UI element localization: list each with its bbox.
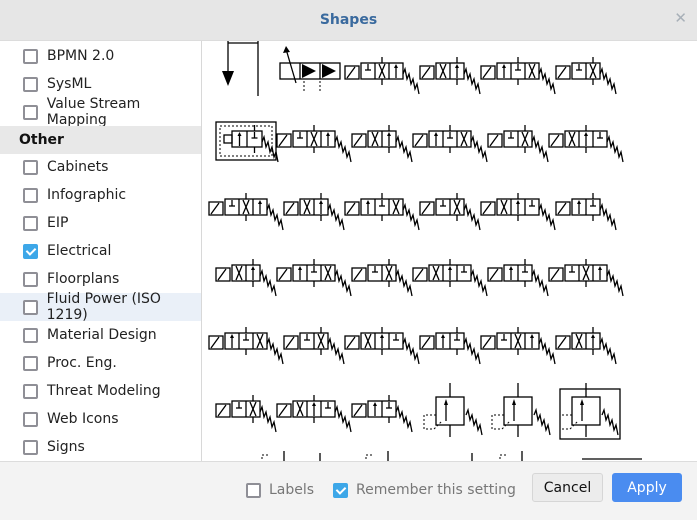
- shape-small-valve[interactable]: [215, 395, 277, 433]
- shape-lever-5way-valve[interactable]: [412, 259, 488, 297]
- library-item-signs[interactable]: Signs: [0, 433, 201, 461]
- library-item-label: Fluid Power (ISO 1219): [46, 291, 161, 323]
- checkbox[interactable]: [23, 215, 38, 231]
- library-item-bpmn[interactable]: BPMN 2.0: [0, 42, 201, 70]
- checkbox[interactable]: [23, 439, 38, 455]
- dialog-titlebar: Shapes ✕: [0, 0, 697, 41]
- checkbox[interactable]: [23, 411, 38, 427]
- close-icon[interactable]: ✕: [674, 9, 687, 27]
- checkbox[interactable]: [23, 271, 38, 287]
- shape-cylinder-arrow[interactable]: [222, 41, 259, 96]
- shape-dual-pilot-valve[interactable]: [351, 259, 413, 297]
- shape-preview-area[interactable]: [202, 41, 697, 461]
- shape-row-partial: [261, 451, 642, 461]
- library-item-label: Electrical: [47, 243, 112, 259]
- shape-manual-cross-valve[interactable]: [283, 193, 345, 231]
- shape-solenoid-valve-cross[interactable]: [480, 57, 556, 95]
- dialog-title: Shapes: [319, 12, 378, 28]
- shape-solenoid-valve-2pos[interactable]: [419, 57, 481, 95]
- shape-pilot-flow-valve[interactable]: [276, 259, 352, 297]
- library-item-infographic[interactable]: Infographic: [0, 181, 201, 209]
- shape-multi-valve[interactable]: [555, 193, 617, 231]
- library-item-label: Floorplans: [47, 271, 120, 287]
- library-item-material-design[interactable]: Material Design: [0, 321, 201, 349]
- library-item-label: BPMN 2.0: [47, 48, 115, 64]
- library-item-label: EIP: [47, 215, 69, 231]
- remember-setting-checkbox[interactable]: [333, 482, 348, 498]
- library-item-label: Proc. Eng.: [47, 355, 117, 371]
- library-item-sysml[interactable]: SysML: [0, 70, 201, 98]
- fluid-power-shapes-preview: [208, 41, 642, 461]
- shape-library-list[interactable]: BPMN 2.0 SysML Value Stream Mapping Othe…: [0, 41, 202, 461]
- shape-solenoid-3pos-valve[interactable]: [344, 193, 420, 231]
- shape-pressure-relief-drain[interactable]: [491, 383, 551, 437]
- checkbox[interactable]: [23, 327, 38, 343]
- library-item-electrical[interactable]: Electrical: [0, 237, 201, 265]
- checkbox[interactable]: [23, 299, 38, 315]
- shape-check-valve-gauge[interactable]: [276, 395, 352, 433]
- shape-check-valve[interactable]: [419, 193, 481, 231]
- library-item-label: Web Icons: [47, 411, 119, 427]
- labels-option-label: Labels: [269, 482, 315, 498]
- library-item-label: Signs: [47, 439, 85, 455]
- library-item-proc-eng[interactable]: Proc. Eng.: [0, 349, 201, 377]
- shape-pressure-reducing-valve[interactable]: [559, 383, 621, 440]
- shape-pressure-relief-valve[interactable]: [423, 383, 483, 437]
- shape-sol-5way-b[interactable]: [283, 327, 345, 365]
- library-item-label: Value Stream Mapping: [46, 96, 141, 128]
- checkbox[interactable]: [23, 355, 38, 371]
- library-item-label: Material Design: [47, 327, 157, 343]
- apply-button[interactable]: Apply: [612, 473, 682, 502]
- shape-sol-5way-e[interactable]: [480, 327, 556, 365]
- library-item-floorplans[interactable]: Floorplans: [0, 265, 201, 293]
- dialog-footer: Labels Remember this setting Cancel Appl…: [0, 461, 697, 520]
- library-item-label: Threat Modeling: [47, 383, 161, 399]
- library-item-cabinets[interactable]: Cabinets: [0, 153, 201, 181]
- shape-double-pilot-valve[interactable]: [208, 193, 284, 231]
- checkbox[interactable]: [23, 76, 38, 92]
- shape-solenoid-cross-valve[interactable]: [480, 193, 556, 231]
- shape-solenoid-valve-filled[interactable]: [279, 46, 341, 91]
- library-item-value-stream-mapping[interactable]: Value Stream Mapping: [0, 96, 201, 128]
- shape-double-check-valve[interactable]: [351, 395, 413, 433]
- library-item-eip[interactable]: EIP: [0, 209, 201, 237]
- shape-solenoid-valve-3way[interactable]: [412, 125, 488, 163]
- group-header-other: Other: [0, 126, 201, 154]
- library-item-label: SysML: [47, 76, 92, 92]
- shape-pilot-check-valve[interactable]: [548, 125, 624, 163]
- labels-checkbox[interactable]: [246, 482, 261, 498]
- checkbox[interactable]: [23, 48, 38, 64]
- remember-setting-option[interactable]: Remember this setting: [333, 482, 516, 498]
- shape-treadle-valve[interactable]: [548, 259, 624, 297]
- cancel-button[interactable]: Cancel: [532, 473, 603, 502]
- shape-pressure-valve-box[interactable]: [215, 121, 279, 163]
- shape-solenoid-pilot-valve[interactable]: [555, 57, 617, 95]
- shape-spring-3pos-valve[interactable]: [215, 259, 277, 297]
- library-item-label: Cabinets: [47, 159, 109, 175]
- shape-sol-5way-c[interactable]: [344, 327, 420, 365]
- library-item-label: Infographic: [47, 187, 127, 203]
- checkbox[interactable]: [23, 187, 38, 203]
- checkbox[interactable]: [23, 383, 38, 399]
- shape-sol-5way-d[interactable]: [419, 327, 481, 365]
- shape-roller-5way-valve[interactable]: [487, 259, 549, 297]
- checkbox-checked[interactable]: [23, 243, 38, 259]
- shape-plunger-valve[interactable]: [344, 57, 420, 95]
- remember-setting-label: Remember this setting: [356, 482, 516, 498]
- library-item-threat-modeling[interactable]: Threat Modeling: [0, 377, 201, 405]
- library-item-web-icons[interactable]: Web Icons: [0, 405, 201, 433]
- library-item-fluid-power[interactable]: Fluid Power (ISO 1219): [0, 291, 201, 323]
- labels-option[interactable]: Labels: [246, 482, 314, 498]
- shape-solenoid-manual-valve[interactable]: [487, 125, 549, 163]
- shape-lock-valve[interactable]: [276, 125, 352, 163]
- checkbox[interactable]: [23, 104, 38, 120]
- shape-pilot-5way-valve[interactable]: [555, 327, 617, 365]
- shape-roller-lever-valve[interactable]: [351, 125, 413, 163]
- shape-sol-5way-a[interactable]: [208, 327, 284, 365]
- checkbox[interactable]: [23, 159, 38, 175]
